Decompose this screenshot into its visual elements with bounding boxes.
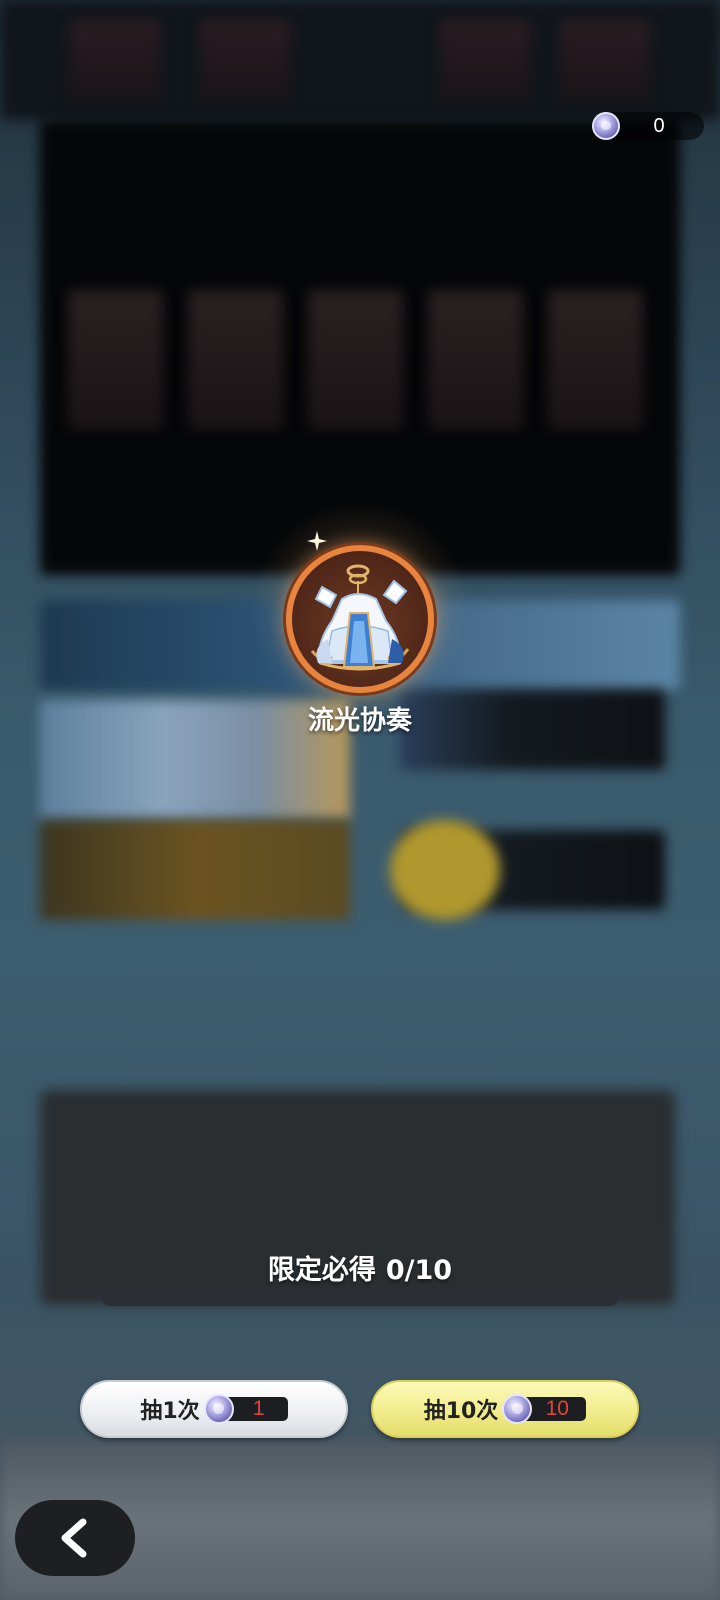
back-arrow-icon	[61, 1518, 87, 1558]
reward-medallion[interactable]	[286, 545, 434, 693]
background-card	[200, 20, 290, 100]
draw-ten-label: 抽10次	[423, 1399, 499, 1424]
guarantee-progress-text: 0/10	[385, 1255, 453, 1286]
currency-display: 0	[592, 112, 704, 140]
draw-once-label: 抽1次	[140, 1399, 200, 1424]
background-card	[548, 290, 643, 430]
background-card	[68, 290, 163, 430]
background-card	[188, 290, 283, 430]
currency-amount: 0	[653, 115, 665, 137]
guarantee-title: 限定必得	[267, 1255, 376, 1286]
guarantee-progress-bar	[102, 1289, 618, 1306]
gacha-coin-icon	[203, 1394, 234, 1424]
back-button[interactable]	[15, 1500, 135, 1576]
draw-ten-button[interactable]: 抽10次 10	[371, 1380, 639, 1438]
background-image	[40, 820, 350, 920]
guarantee-label: 限定必得 0/10	[160, 1248, 560, 1287]
gacha-coin-icon	[592, 112, 620, 140]
background-card	[428, 290, 523, 430]
background-card	[560, 20, 650, 100]
background-card	[440, 20, 530, 100]
reward-name: 流光协奏	[307, 706, 412, 736]
sparkle-icon	[307, 531, 327, 551]
background-card	[308, 290, 403, 430]
background-coin	[390, 820, 500, 920]
draw-once-button[interactable]: 抽1次 1	[80, 1380, 348, 1438]
costume-outfit-icon	[310, 564, 410, 671]
background-card	[70, 20, 160, 100]
